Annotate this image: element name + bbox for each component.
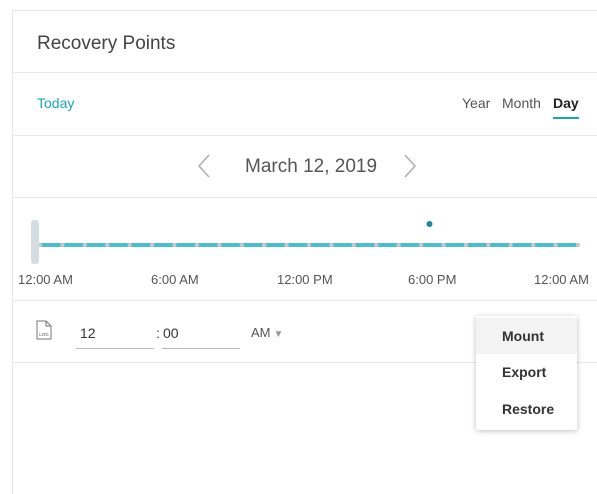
timeline-tick-label: 6:00 AM (151, 272, 199, 287)
timeline-tick-label: 12:00 AM (534, 272, 589, 287)
hour-input[interactable]: 12 (76, 322, 154, 349)
timeline-tick-label: 6:00 PM (408, 272, 457, 287)
divider (13, 135, 597, 136)
next-date-button[interactable] (403, 153, 417, 179)
timeline-tick-label: 12:00 AM (18, 272, 73, 287)
minute-input[interactable]: 00 (162, 322, 240, 349)
log-file-icon[interactable]: LOG (36, 320, 52, 340)
tab-day[interactable]: Day (553, 95, 579, 111)
tab-month[interactable]: Month (502, 95, 541, 111)
time-separator: : (156, 325, 160, 341)
chevron-right-icon (404, 154, 416, 178)
active-tab-indicator (553, 117, 579, 119)
recovery-point-context-menu: Mount Export Restore (476, 316, 577, 430)
chevron-left-icon (198, 154, 210, 178)
caret-down-icon: ▼ (273, 329, 284, 340)
divider (13, 197, 597, 198)
menu-item-label: Restore (502, 401, 555, 417)
menu-item-restore[interactable]: Restore (476, 391, 577, 427)
log-file-icon-graphic: LOG (36, 320, 52, 340)
ampm-select[interactable]: AM ▼ (251, 325, 283, 340)
timeline-tick-label: 12:00 PM (277, 272, 333, 287)
today-link[interactable]: Today (37, 95, 74, 111)
previous-date-button[interactable] (197, 153, 211, 179)
hour-value: 12 (80, 325, 96, 341)
menu-item-label: Export (502, 364, 547, 380)
panel-title: Recovery Points (37, 33, 176, 54)
menu-item-label: Mount (502, 328, 544, 344)
divider (12, 300, 597, 301)
divider (13, 72, 597, 73)
menu-item-mount[interactable]: Mount (476, 318, 577, 354)
ampm-value: AM (251, 325, 271, 340)
tab-year[interactable]: Year (462, 95, 490, 111)
timeline-range-handle[interactable] (31, 220, 39, 264)
minute-value: 00 (163, 325, 179, 341)
log-icon-label: LOG (39, 332, 49, 337)
menu-item-export[interactable]: Export (476, 354, 577, 390)
current-date-label: March 12, 2019 (245, 156, 378, 177)
